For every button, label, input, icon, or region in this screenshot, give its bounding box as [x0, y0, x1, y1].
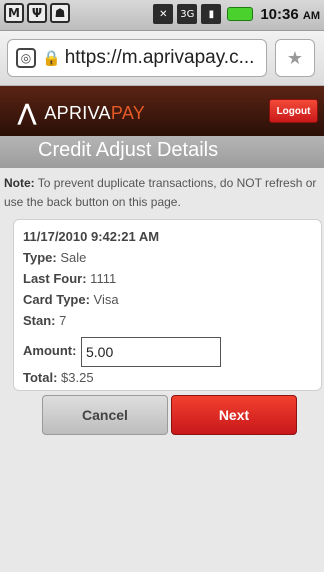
last-four-row: Last Four: 1111	[23, 271, 116, 286]
page-title: Credit Adjust Details	[38, 139, 219, 161]
battery-icon	[227, 7, 254, 21]
clock-ampm: AM	[302, 9, 320, 22]
bookmark-button[interactable]: ★	[275, 39, 315, 77]
signal-icon: ▮	[201, 4, 222, 24]
stan-row: Stan: 7	[23, 313, 66, 328]
type-row: Type: Sale	[23, 250, 86, 265]
mute-icon: ✕	[153, 4, 174, 24]
note-text: To prevent duplicate transactions, do NO…	[4, 176, 317, 209]
clock-time: 10:36	[260, 5, 299, 23]
total-value: $3.25	[57, 370, 94, 385]
android-icon: ☗	[50, 3, 70, 23]
transaction-details-card: 11/17/2010 9:42:21 AM Type: Sale Last Fo…	[13, 219, 322, 391]
logo-text-pay: PAY	[110, 102, 146, 123]
duplicate-warning: Note: To prevent duplicate transactions,…	[4, 174, 322, 212]
apriva-logo: ⋀ APRIVA PAY	[18, 100, 145, 126]
note-label: Note:	[4, 176, 35, 190]
stan-value: 7	[55, 313, 67, 328]
cancel-button[interactable]: Cancel	[42, 395, 168, 435]
app-header: ⋀ APRIVA PAY Logout	[0, 86, 324, 136]
url-text: https://m.aprivapay.c...	[64, 47, 255, 68]
last-four-value: 1111	[86, 271, 117, 286]
system-icons: ✕ 3G ▮ 10:36 AM	[153, 4, 320, 24]
total-row: Total: $3.25	[23, 370, 94, 385]
status-bar: M Ψ ☗ ✕ 3G ▮ 10:36 AM	[0, 0, 324, 31]
url-field[interactable]: ◎ 🔒 https://m.aprivapay.c...	[7, 39, 267, 77]
transaction-datetime: 11/17/2010 9:42:21 AM	[23, 229, 159, 244]
amount-label: Amount:	[23, 343, 76, 358]
type-value: Sale	[56, 250, 87, 265]
logo-text-apriva: APRIVA	[44, 102, 111, 123]
total-label: Total:	[23, 370, 58, 385]
gmail-icon: M	[4, 3, 24, 23]
next-button[interactable]: Next	[171, 395, 297, 435]
logout-button[interactable]: Logout	[269, 99, 318, 123]
card-type-value: Visa	[89, 292, 119, 307]
notification-icons: M Ψ ☗	[4, 3, 70, 23]
clock: 10:36 AM	[260, 6, 320, 23]
title-band: Credit Adjust Details	[0, 136, 324, 168]
browser-toolbar: ◎ 🔒 https://m.aprivapay.c... ★	[0, 31, 324, 86]
amount-input[interactable]	[81, 337, 221, 367]
last-four-label: Last Four:	[23, 271, 87, 286]
network-3g-icon: 3G	[177, 4, 198, 24]
amount-label-text: Amount:	[23, 343, 77, 358]
type-label: Type:	[23, 250, 57, 265]
lock-icon: 🔒	[42, 49, 61, 67]
site-icon: ◎	[16, 48, 36, 68]
datetime-value: 11/17/2010 9:42:21 AM	[23, 229, 160, 244]
usb-icon: Ψ	[27, 3, 47, 23]
stan-label: Stan:	[23, 313, 56, 328]
bookmark-star-icon: ★	[286, 47, 304, 69]
card-type-row: Card Type: Visa	[23, 292, 119, 307]
logo-mark-icon: ⋀	[18, 100, 37, 125]
card-type-label: Card Type:	[23, 292, 90, 307]
